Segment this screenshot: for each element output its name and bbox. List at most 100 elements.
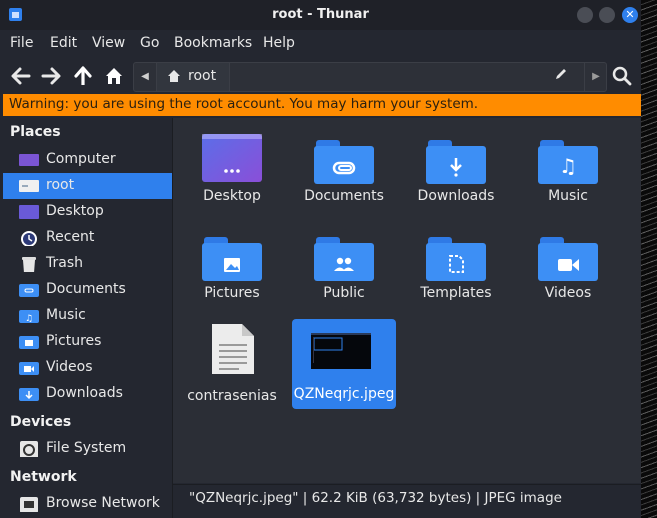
home-folder-icon [19,180,39,192]
downloads-folder-icon [19,388,39,401]
menu-help[interactable]: Help [263,35,295,51]
sidebar-item-label: Computer [46,151,116,167]
sidebar-item-documents[interactable]: Documents [3,277,172,303]
edit-pencil-icon[interactable] [554,67,568,81]
menu-bookmarks[interactable]: Bookmarks [174,35,252,51]
path-scroll-left-button[interactable]: ◀ [134,63,157,91]
close-button[interactable]: ✕ [622,7,638,23]
sidebar-item-label: Browse Network [46,495,160,511]
sidebar-item-recent[interactable]: Recent [3,225,172,251]
thunar-window: root - Thunar ✕ File Edit View Go Bookma… [0,0,641,518]
menu-file[interactable]: File [10,35,33,51]
path-scroll-right-button[interactable]: ▶ [584,63,607,91]
downloads-folder-icon [426,134,486,184]
sidebar-item-label: Desktop [46,203,104,219]
sidebar-item-label: Videos [46,359,93,375]
back-arrow-icon[interactable] [9,66,31,86]
network-heading: Network [10,469,77,485]
file-name: Desktop [203,188,261,204]
devices-heading: Devices [10,414,72,430]
templates-folder-icon [426,231,486,281]
pictures-folder-icon [19,336,39,349]
network-icon [20,497,38,512]
sidebar-item-label: Music [46,307,86,323]
videos-folder-icon [19,362,39,375]
menu-view[interactable]: View [92,35,125,51]
path-crumb-label: root [188,68,217,84]
window-title: root - Thunar [272,7,369,22]
sidebar-item-downloads[interactable]: Downloads [3,381,172,407]
file-name: QZNeqrjc.jpeg [293,386,395,402]
file-item-music[interactable]: ♫ Music [516,126,620,214]
file-item-downloads[interactable]: Downloads [404,126,508,214]
menu-go[interactable]: Go [140,35,159,51]
close-icon: ✕ [625,8,635,21]
file-item-contrasenias[interactable]: contrasenias [180,320,284,408]
file-name: contrasenias [187,388,277,404]
home-icon [167,69,181,87]
sidebar-item-label: File System [46,440,127,456]
sidebar-item-file-system[interactable]: File System [3,436,172,462]
sidebar-item-computer[interactable]: Computer [3,147,172,173]
public-folder-icon [314,231,374,281]
desktop-background [641,0,657,518]
videos-folder-icon [538,231,598,281]
file-name: Music [548,188,588,204]
svg-text:♫: ♫ [25,314,33,324]
file-item-videos[interactable]: Videos [516,223,620,311]
file-name: Templates [420,285,492,301]
path-crumb-root[interactable]: root [157,63,230,91]
file-icon-view[interactable]: Desktop Documents Downloads ♫ Music Pict… [173,118,641,483]
desktop-icon [202,134,262,182]
root-warning-banner: Warning: you are using the root account.… [3,94,641,116]
file-item-qzneqrjc-jpeg[interactable]: QZNeqrjc.jpeg [292,319,396,409]
sidebar-item-label: Pictures [46,333,102,349]
sidebar-item-videos[interactable]: Videos [3,355,172,381]
sidebar-item-trash[interactable]: Trash [3,251,172,277]
file-item-public[interactable]: Public [292,223,396,311]
music-folder-icon: ♫ [538,134,598,184]
documents-folder-icon [314,134,374,184]
sidebar-item-label: Recent [46,229,95,245]
file-name: Public [323,285,365,301]
places-heading: Places [10,124,61,140]
text-file-icon [212,324,254,374]
music-folder-icon: ♫ [19,310,39,324]
title-bar: root - Thunar ✕ [0,0,641,30]
chevron-left-icon: ◀ [141,71,149,82]
menu-edit[interactable]: Edit [50,35,77,51]
sidebar-item-root[interactable]: root [3,173,172,199]
drive-icon [20,441,38,457]
menu-bar: File Edit View Go Bookmarks Help [0,31,641,57]
sidebar-item-pictures[interactable]: Pictures [3,329,172,355]
desktop-icon [19,205,39,219]
sidebar: Places Computer root Desktop Recent Tras… [0,118,172,518]
sidebar-item-browse-network[interactable]: Browse Network [3,491,172,517]
file-item-documents[interactable]: Documents [292,126,396,214]
sidebar-item-label: Documents [46,281,126,297]
file-item-templates[interactable]: Templates [404,223,508,311]
home-icon[interactable] [103,65,125,85]
up-arrow-icon[interactable] [72,65,94,85]
warning-text: Warning: you are using the root account.… [9,96,479,112]
status-bar: "QZNeqrjc.jpeg" | 62.2 KiB (63,732 bytes… [173,484,641,518]
trash-icon [22,257,36,272]
minimize-button[interactable] [577,7,593,23]
file-name: Videos [544,285,592,301]
file-name: Documents [304,188,384,204]
sidebar-item-desktop[interactable]: Desktop [3,199,172,225]
image-thumbnail-icon [311,333,371,369]
file-item-pictures[interactable]: Pictures [180,223,284,311]
computer-icon [19,154,39,166]
status-text: "QZNeqrjc.jpeg" | 62.2 KiB (63,732 bytes… [189,490,562,506]
file-item-desktop[interactable]: Desktop [180,126,284,214]
chevron-right-icon: ▶ [592,71,600,82]
file-name: Pictures [204,285,260,301]
location-bar: ◀ root ▶ [133,62,607,92]
documents-folder-icon [19,284,39,297]
maximize-button[interactable] [599,7,615,23]
search-icon[interactable] [612,66,632,86]
sidebar-item-music[interactable]: ♫ Music [3,303,172,329]
forward-arrow-icon[interactable] [41,66,63,86]
sidebar-item-label: Trash [46,255,83,271]
